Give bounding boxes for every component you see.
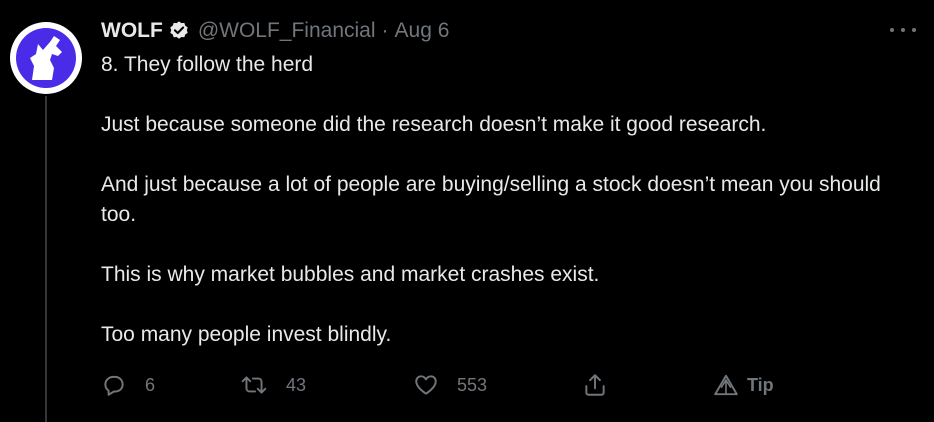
tip-icon <box>713 373 739 397</box>
separator-dot: · <box>381 19 389 42</box>
tweet-paragraph: And just because a lot of people are buy… <box>101 173 881 226</box>
reply-button[interactable]: 6 <box>101 370 155 400</box>
thread-line <box>45 96 47 422</box>
tweet: WOLF @WOLF_Financial · Aug 6 8. They fol… <box>0 0 934 422</box>
more-options-icon[interactable] <box>890 20 916 40</box>
author-handle[interactable]: @WOLF_Financial <box>198 19 376 43</box>
share-icon <box>582 372 608 398</box>
reply-count: 6 <box>145 374 156 395</box>
reply-icon <box>101 372 127 398</box>
retweet-button[interactable]: 43 <box>240 370 306 400</box>
tweet-text: 8. They follow the herd Just because som… <box>101 50 901 350</box>
like-count: 553 <box>457 374 488 395</box>
share-button[interactable] <box>582 370 608 400</box>
tweet-paragraph: Too many people invest blindly. <box>101 323 392 346</box>
wolf-logo-icon <box>16 28 76 88</box>
tip-label: Tip <box>747 374 774 395</box>
tip-button[interactable]: Tip <box>713 370 774 400</box>
retweet-count: 43 <box>286 374 307 395</box>
retweet-icon <box>240 372 268 398</box>
tweet-header: WOLF @WOLF_Financial · Aug 6 <box>101 16 449 46</box>
tweet-line-title: 8. They follow the herd <box>101 53 314 76</box>
verified-badge-icon <box>168 20 190 42</box>
like-button[interactable]: 553 <box>413 370 487 400</box>
heart-icon <box>413 372 439 398</box>
action-bar: 6 43 553 Tip <box>101 370 801 400</box>
tweet-paragraph: This is why market bubbles and market cr… <box>101 263 600 286</box>
avatar[interactable] <box>10 22 82 94</box>
tweet-paragraph: Just because someone did the research do… <box>101 113 767 136</box>
author-name[interactable]: WOLF <box>101 19 163 43</box>
tweet-date[interactable]: Aug 6 <box>395 19 450 43</box>
